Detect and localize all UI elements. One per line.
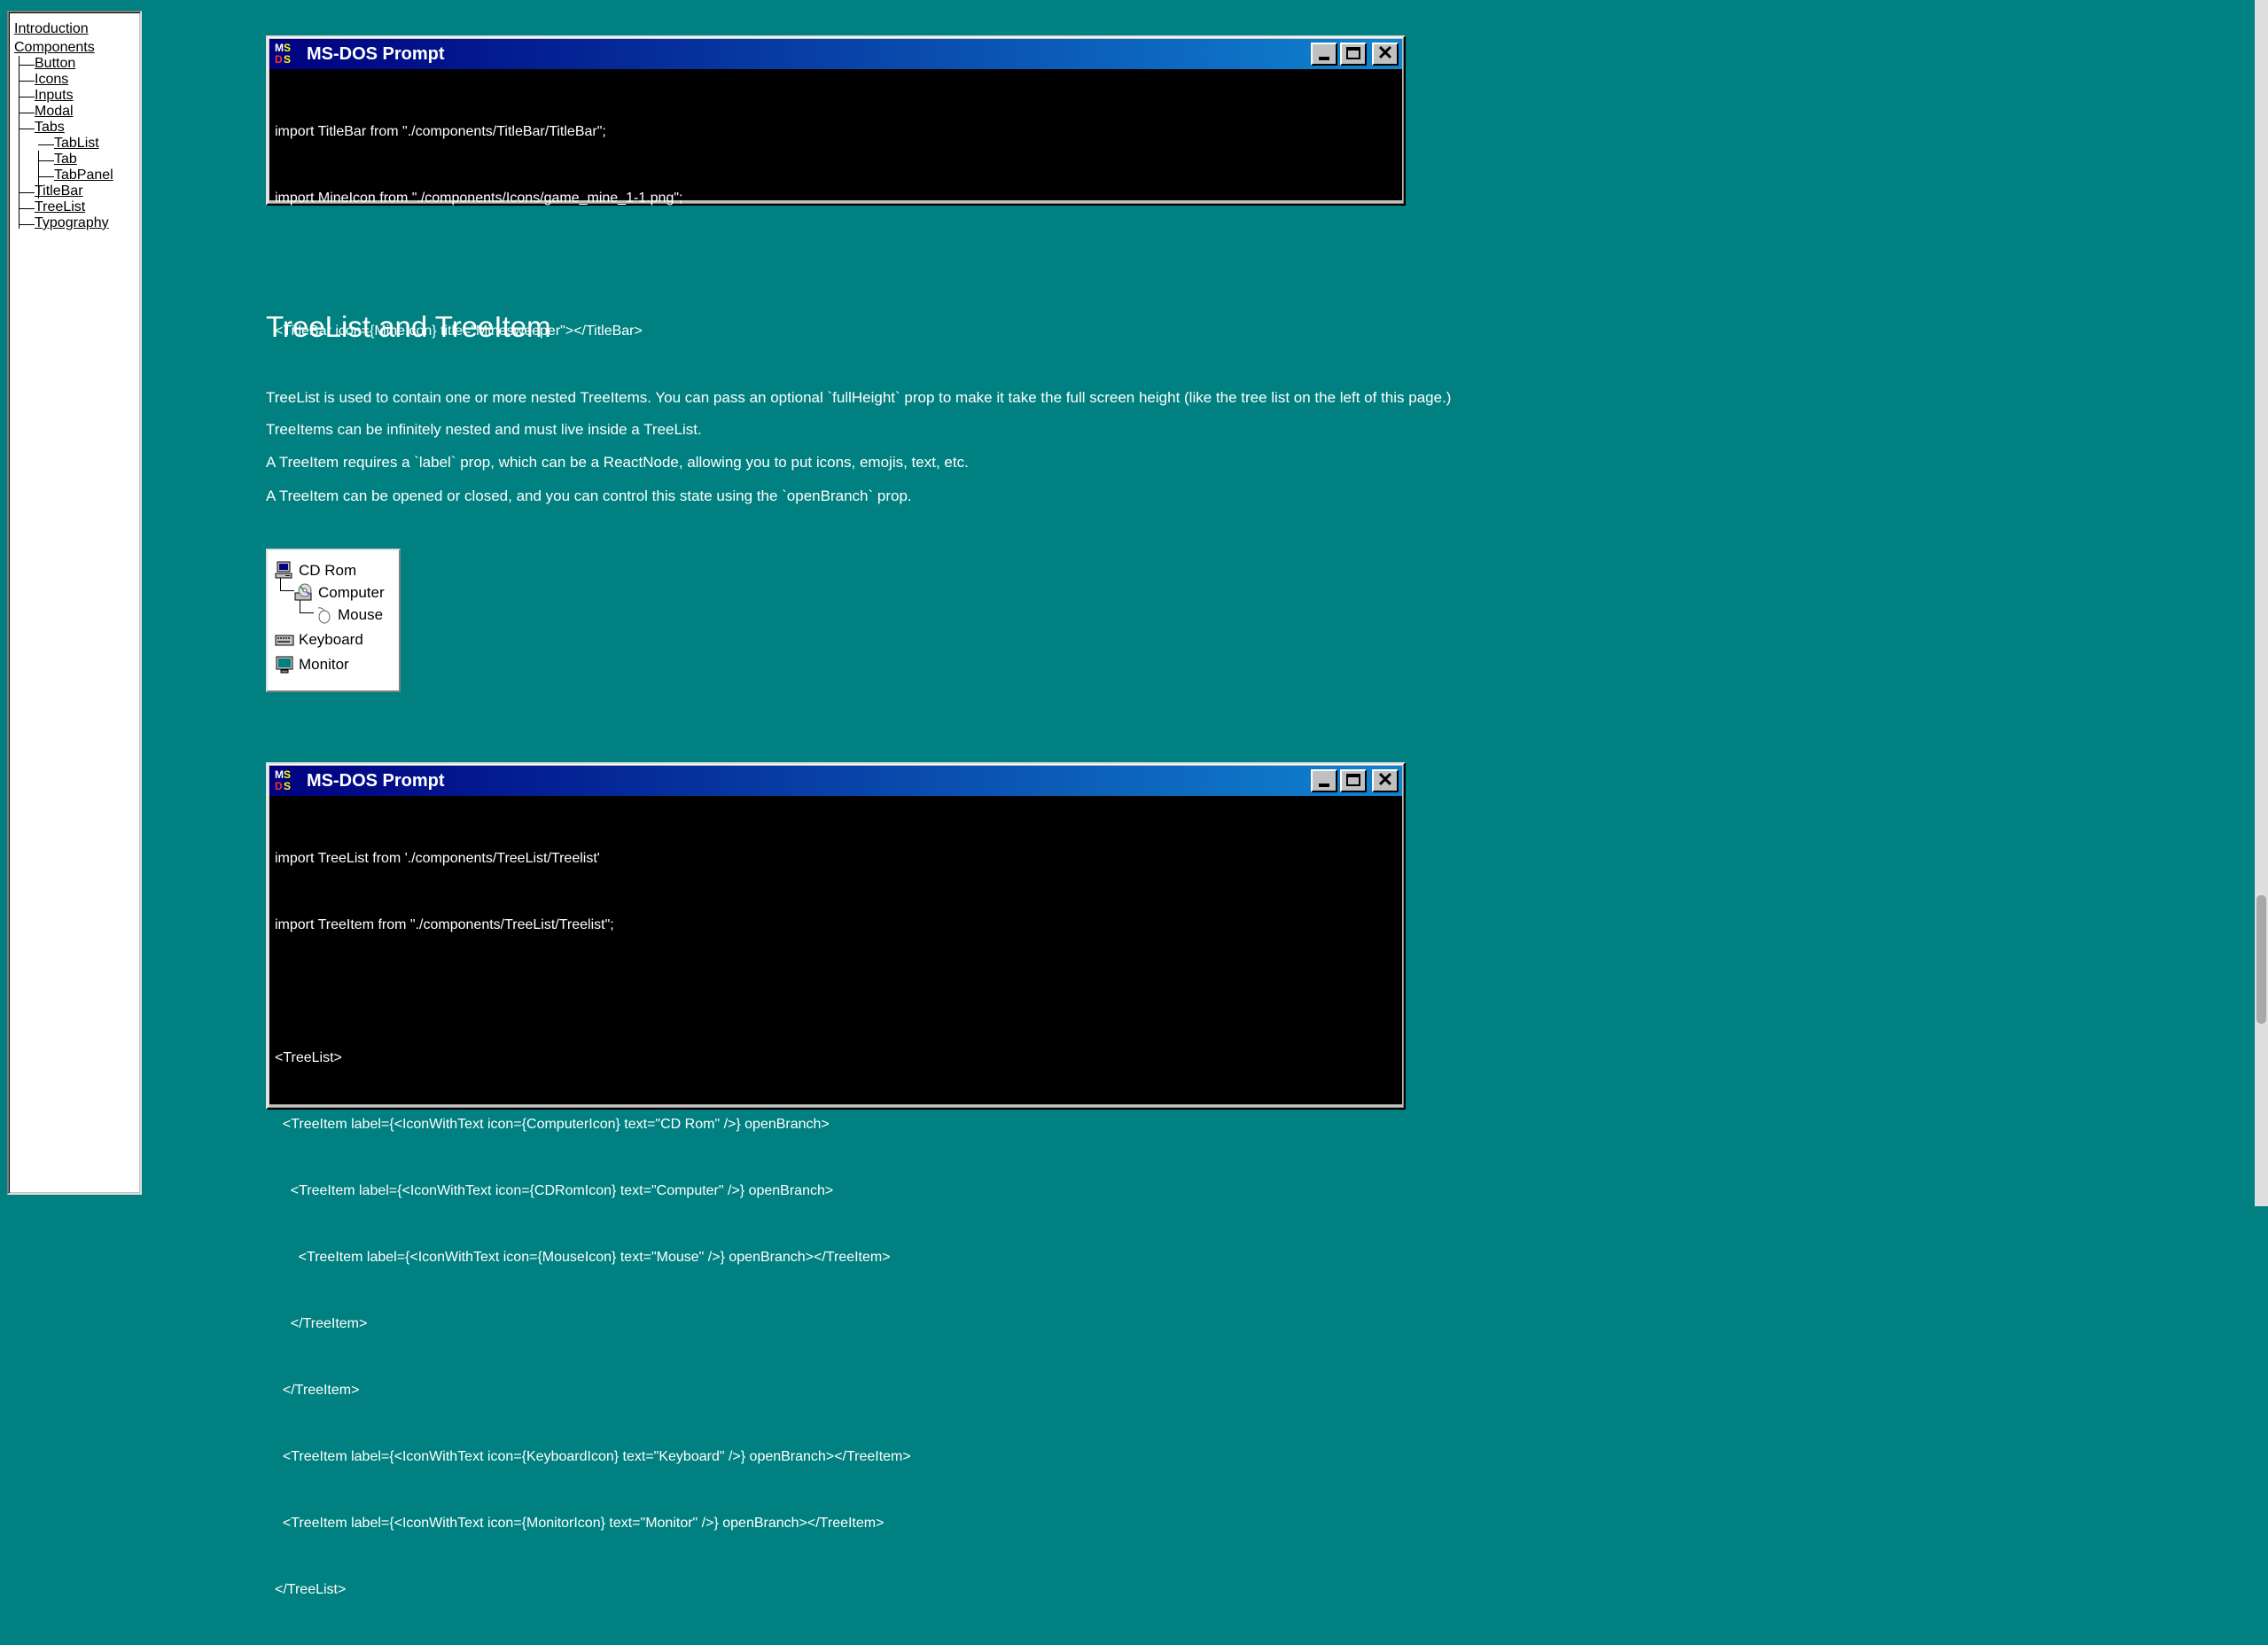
cd-rom-icon [294, 583, 314, 603]
code-line: <TreeItem label={<IconWithText icon={Key… [275, 1449, 911, 1464]
main-content: MSDS MS-DOS Prompt ✕ import TitleBar fro… [0, 0, 2268, 1597]
ms-dos-icon: MSDS [275, 42, 292, 66]
maximize-icon [1346, 47, 1360, 59]
tree-connector [300, 612, 314, 613]
section-paragraph: TreeItems can be infinitely nested and m… [266, 421, 702, 438]
ms-dos-icon: MSDS [275, 768, 292, 792]
section-heading: TreeList and TreeItem [266, 310, 551, 343]
scrollbar-thumb[interactable] [2256, 895, 2266, 1024]
section-paragraph: TreeList is used to contain one or more … [266, 389, 1452, 406]
code-line: <TreeItem label={<IconWithText icon={CDR… [275, 1183, 834, 1198]
demo-tree-item-mouse[interactable]: Mouse [314, 604, 383, 627]
minimize-icon [1319, 57, 1329, 60]
minimize-button[interactable] [1311, 769, 1337, 792]
code-console: import TitleBar from "./components/Title… [269, 69, 1402, 339]
ms-dos-window-titlebar-example: MSDS MS-DOS Prompt ✕ import TitleBar fro… [266, 35, 1406, 339]
ms-dos-window-treelist-example: MSDS MS-DOS Prompt ✕ import TreeList fro… [266, 762, 1406, 1597]
monitor-icon [275, 655, 294, 674]
close-button[interactable]: ✕ [1372, 43, 1399, 66]
code-line: import TreeList from './components/TreeL… [275, 851, 600, 866]
demo-tree-list: CD Rom Computer Mouse Keyboard Monitor [266, 549, 401, 692]
code-console: import TreeList from './components/TreeL… [269, 796, 1402, 1597]
demo-tree-item-keyboard[interactable]: Keyboard [275, 628, 363, 651]
section-paragraph: A TreeItem requires a `label` prop, whic… [266, 454, 969, 471]
demo-tree-item-label: Keyboard [299, 631, 363, 648]
code-line: <TreeList> [275, 1050, 342, 1065]
demo-tree-item-label: Monitor [299, 656, 349, 673]
code-line: import TitleBar from "./components/Title… [275, 124, 606, 139]
maximize-button[interactable] [1340, 43, 1367, 66]
close-icon: ✕ [1376, 42, 1394, 64]
mouse-icon [314, 605, 333, 625]
demo-tree-item-label: Mouse [338, 606, 384, 623]
code-line: import TreeItem from "./components/TreeL… [275, 917, 614, 932]
code-line: import MineIcon from "./components/Icons… [275, 191, 683, 206]
demo-tree-item-computer[interactable]: Computer [294, 581, 385, 604]
minimize-button[interactable] [1311, 43, 1337, 66]
section-paragraph: A TreeItem can be opened or closed, and … [266, 487, 912, 504]
code-line: </TreeItem> [275, 1316, 368, 1331]
code-line: <TreeItem label={<IconWithText icon={Mou… [275, 1250, 891, 1265]
code-line: <TreeItem label={<IconWithText icon={Mon… [275, 1516, 885, 1531]
demo-tree-item-cd-rom[interactable]: CD Rom [275, 559, 356, 582]
maximize-icon [1346, 774, 1360, 786]
window-title: MS-DOS Prompt [307, 770, 445, 791]
maximize-button[interactable] [1340, 769, 1367, 792]
code-line: </TreeList> [275, 1582, 347, 1597]
code-line: </TreeItem> [275, 1383, 360, 1398]
tree-connector [280, 590, 294, 591]
window-title: MS-DOS Prompt [307, 43, 445, 64]
window-titlebar[interactable]: MSDS MS-DOS Prompt ✕ [269, 39, 1402, 69]
demo-tree-item-label: CD Rom [299, 562, 357, 579]
page-scrollbar[interactable] [2255, 0, 2268, 1206]
window-titlebar[interactable]: MSDS MS-DOS Prompt ✕ [269, 766, 1402, 796]
keyboard-icon [275, 630, 294, 650]
demo-tree-item-label: Computer [318, 584, 385, 601]
minimize-icon [1319, 784, 1329, 787]
code-line: <TreeItem label={<IconWithText icon={Com… [275, 1117, 830, 1132]
close-button[interactable]: ✕ [1372, 769, 1399, 792]
close-icon: ✕ [1376, 768, 1394, 791]
demo-tree-item-monitor[interactable]: Monitor [275, 653, 349, 676]
computer-icon [275, 561, 294, 581]
